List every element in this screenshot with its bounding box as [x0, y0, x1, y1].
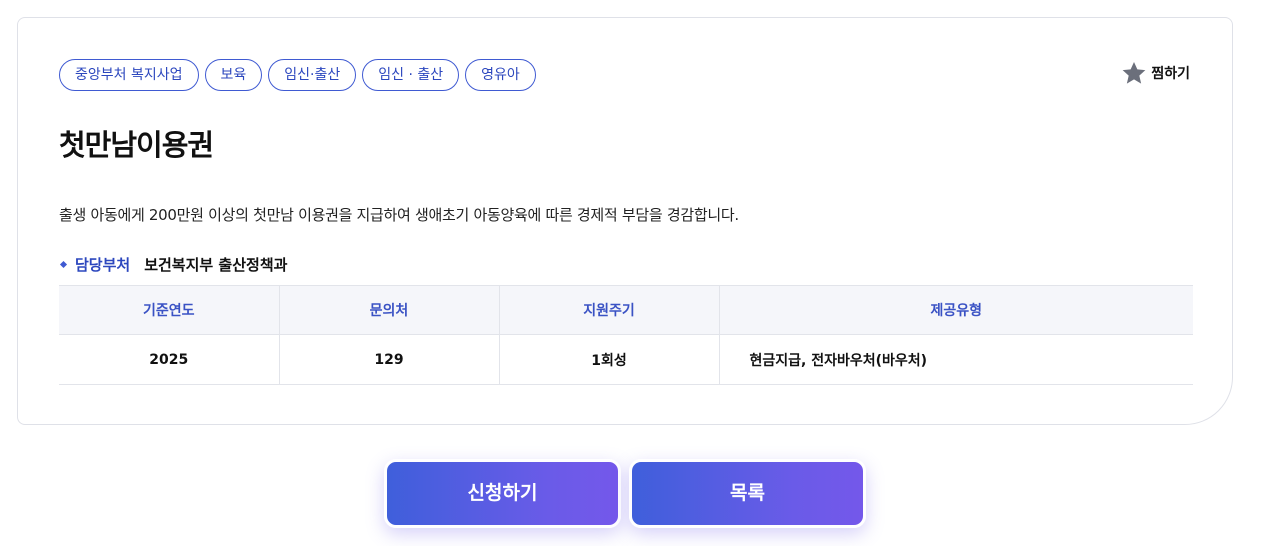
action-buttons: 신청하기 목록 — [384, 459, 866, 528]
department-info: 담당부처 보건복지부 출산정책과 — [59, 254, 287, 275]
table-row: 2025 129 1회성 현금지급, 전자바우처(바우처) — [59, 334, 1193, 385]
page-title: 첫만남이용권 — [59, 128, 214, 162]
list-button[interactable]: 목록 — [629, 459, 866, 528]
cell-contact: 129 — [279, 334, 500, 385]
star-icon — [1121, 60, 1147, 86]
header-base-year: 기준연도 — [59, 285, 280, 335]
cell-provision-type: 현금지급, 전자바우처(바우처) — [719, 334, 1193, 385]
service-info-table: 기준연도 문의처 지원주기 제공유형 2025 129 1회성 현금지급, 전자… — [59, 285, 1193, 385]
tag-pregnancy-birth[interactable]: 임신·출산 — [268, 59, 357, 91]
tag-childcare[interactable]: 보육 — [204, 59, 263, 91]
favorite-button[interactable]: 찜하기 — [1121, 60, 1190, 86]
cell-base-year: 2025 — [59, 334, 280, 385]
bullet-diamond-icon — [59, 260, 68, 269]
department-label: 담당부처 — [75, 256, 131, 274]
header-contact: 문의처 — [279, 285, 500, 335]
tag-central-welfare[interactable]: 중앙부처 복지사업 — [59, 59, 199, 91]
header-provision-type: 제공유형 — [719, 285, 1193, 335]
service-detail-card: 중앙부처 복지사업 보육 임신·출산 임신 · 출산 영유아 찜하기 첫만남이용… — [17, 17, 1233, 425]
header-support-cycle: 지원주기 — [499, 285, 720, 335]
apply-button[interactable]: 신청하기 — [384, 459, 621, 528]
tag-infant[interactable]: 영유아 — [465, 59, 536, 91]
favorite-label: 찜하기 — [1151, 66, 1190, 82]
department-value: 보건복지부 출산정책과 — [144, 256, 288, 274]
category-tags: 중앙부처 복지사업 보육 임신·출산 임신 · 출산 영유아 — [59, 59, 536, 91]
service-description: 출생 아동에게 200만원 이상의 첫만남 이용권을 지급하여 생애초기 아동양… — [59, 206, 739, 224]
cell-support-cycle: 1회성 — [499, 334, 720, 385]
tag-pregnancy-birth-2[interactable]: 임신 · 출산 — [362, 59, 460, 91]
table-header-row: 기준연도 문의처 지원주기 제공유형 — [59, 285, 1193, 335]
